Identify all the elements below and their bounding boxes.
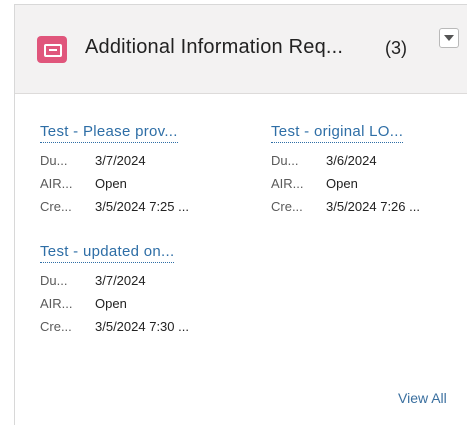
field-value: 3/5/2024 7:26 ... — [326, 199, 420, 214]
field-label: Du... — [271, 153, 299, 168]
field-row: AIR... Open — [40, 172, 240, 195]
field-value: 3/6/2024 — [326, 153, 377, 168]
card-title[interactable]: Additional Information Req... — [85, 36, 343, 59]
field-value: 3/7/2024 — [95, 153, 146, 168]
field-label: AIR... — [40, 176, 73, 191]
field-label: AIR... — [40, 296, 73, 311]
field-label: Cre... — [40, 319, 72, 334]
field-value: 3/5/2024 7:25 ... — [95, 199, 189, 214]
field-row: Cre... 3/5/2024 7:26 ... — [271, 195, 467, 218]
field-label: Du... — [40, 273, 68, 288]
record-icon — [37, 36, 67, 63]
card-header: Additional Information Req... (3) — [15, 5, 467, 94]
record-tile: Test - Please prov... Du... 3/7/2024 AIR… — [40, 123, 240, 218]
field-label: AIR... — [271, 176, 304, 191]
record-glyph — [44, 44, 62, 57]
field-value: Open — [95, 176, 127, 191]
field-value: 3/7/2024 — [95, 273, 146, 288]
record-title-link[interactable]: Test - Please prov... — [40, 123, 178, 143]
record-tile: Test - original LO... Du... 3/6/2024 AIR… — [271, 123, 467, 218]
field-value: 3/5/2024 7:30 ... — [95, 319, 189, 334]
field-row: Du... 3/7/2024 — [40, 269, 240, 292]
chevron-down-icon[interactable] — [439, 28, 459, 48]
field-label: Cre... — [271, 199, 303, 214]
field-label: Du... — [40, 153, 68, 168]
field-row: AIR... Open — [271, 172, 467, 195]
field-value: Open — [326, 176, 358, 191]
field-row: Du... 3/6/2024 — [271, 149, 467, 172]
field-row: AIR... Open — [40, 292, 240, 315]
field-row: Cre... 3/5/2024 7:30 ... — [40, 315, 240, 338]
field-row: Cre... 3/5/2024 7:25 ... — [40, 195, 240, 218]
record-title-link[interactable]: Test - updated on... — [40, 243, 175, 263]
record-count: (3) — [385, 38, 407, 58]
record-tile: Test - updated on... Du... 3/7/2024 AIR.… — [40, 243, 240, 338]
field-row: Du... 3/7/2024 — [40, 149, 240, 172]
field-value: Open — [95, 296, 127, 311]
related-list-card: Additional Information Req... (3) Test -… — [14, 4, 467, 425]
view-all-link[interactable]: View All — [398, 390, 447, 406]
record-title-link[interactable]: Test - original LO... — [271, 123, 404, 143]
field-label: Cre... — [40, 199, 72, 214]
